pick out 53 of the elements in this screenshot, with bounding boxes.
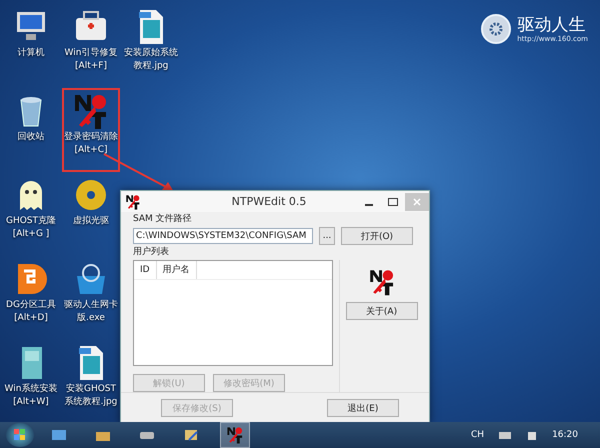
windows-logo-icon — [14, 429, 26, 441]
annotation-arrow — [104, 153, 174, 192]
shortcut-label: [Alt+W] — [13, 397, 49, 408]
shortcut-label: 安装GHOST — [66, 384, 116, 395]
desktop-shortcut[interactable]: 虚拟光驱 — [62, 172, 120, 256]
desktop-shortcut[interactable]: 登录密码清除 [Alt+C] — [62, 88, 120, 172]
shortcut-label: 安装原始系统 — [124, 48, 178, 59]
gear-logo-icon — [481, 14, 512, 44]
open-button[interactable]: 打开(O) — [341, 227, 413, 245]
column-header[interactable]: 用户名 — [156, 261, 197, 279]
shortcut-label: 教程.jpg — [134, 61, 168, 72]
key-logo-icon — [368, 268, 396, 296]
brand-name: 驱动人生 — [517, 15, 586, 35]
desktop-shortcut[interactable]: Win引导修复 [Alt+F] — [62, 4, 120, 88]
desktop-shortcut[interactable]: Win系统安装 [Alt+W] — [2, 340, 60, 424]
key-logo-icon — [125, 194, 141, 210]
desktop-shortcut[interactable]: 回收站 — [2, 88, 60, 172]
shortcut-label: [Alt+F] — [75, 61, 107, 72]
taskbar-app[interactable] — [220, 422, 250, 448]
desktop-shortcut[interactable]: 安装原始系统 教程.jpg — [122, 4, 180, 88]
section-label: 用户列表 — [133, 247, 170, 258]
footer-button[interactable]: 退出(E) — [327, 399, 399, 417]
shortcut-label: 驱动人生网卡 — [64, 300, 118, 311]
shortcut-label: GHOST克隆 — [6, 216, 56, 227]
browse-button[interactable]: ... — [319, 227, 335, 245]
sam-path-field[interactable]: C:\WINDOWS\SYSTEM32\CONFIG\SAM — [133, 228, 313, 244]
desktop-shortcut[interactable]: 驱动人生网卡 版.exe — [62, 256, 120, 340]
column-header[interactable]: ID — [134, 261, 157, 279]
clock-time[interactable]: 16:20 — [552, 430, 578, 440]
language-indicator[interactable]: CH — [471, 430, 484, 440]
field-label: SAM 文件路径 — [133, 214, 193, 225]
shortcut-label: 虚拟光驱 — [73, 216, 109, 227]
desktop-shortcut[interactable]: 安装GHOST 系统教程.jpg — [62, 340, 120, 424]
desktop-shortcut[interactable]: GHOST克隆 [Alt+G ] — [2, 172, 60, 256]
shortcut-label: 系统教程.jpg — [64, 397, 118, 408]
shortcut-label: [Alt+C] — [74, 145, 108, 156]
tools-icon — [183, 428, 199, 442]
shortcut-label: Win引导修复 — [64, 48, 118, 59]
shortcut-label: Win系统安装 — [4, 384, 58, 395]
shortcut-label: 登录密码清除 — [64, 132, 118, 143]
shortcut-label: 版.exe — [77, 313, 105, 324]
key-logo-icon — [226, 426, 244, 444]
start-button[interactable] — [6, 423, 34, 447]
shortcut-label: 计算机 — [18, 48, 44, 59]
shortcut-label: [Alt+D] — [14, 313, 48, 324]
desktop-shortcut[interactable]: DG分区工具 [Alt+D] — [2, 256, 60, 340]
about-button[interactable]: 关于(A) — [346, 302, 418, 320]
window-title: NTPWEdit 0.5 — [230, 195, 308, 208]
shortcut-label: [Alt+G ] — [12, 229, 50, 240]
shortcut-label: 回收站 — [18, 132, 44, 143]
window-icon — [51, 428, 67, 442]
shortcut-label: DG分区工具 — [6, 300, 56, 311]
desktop-shortcut[interactable]: 计算机 — [2, 4, 60, 88]
